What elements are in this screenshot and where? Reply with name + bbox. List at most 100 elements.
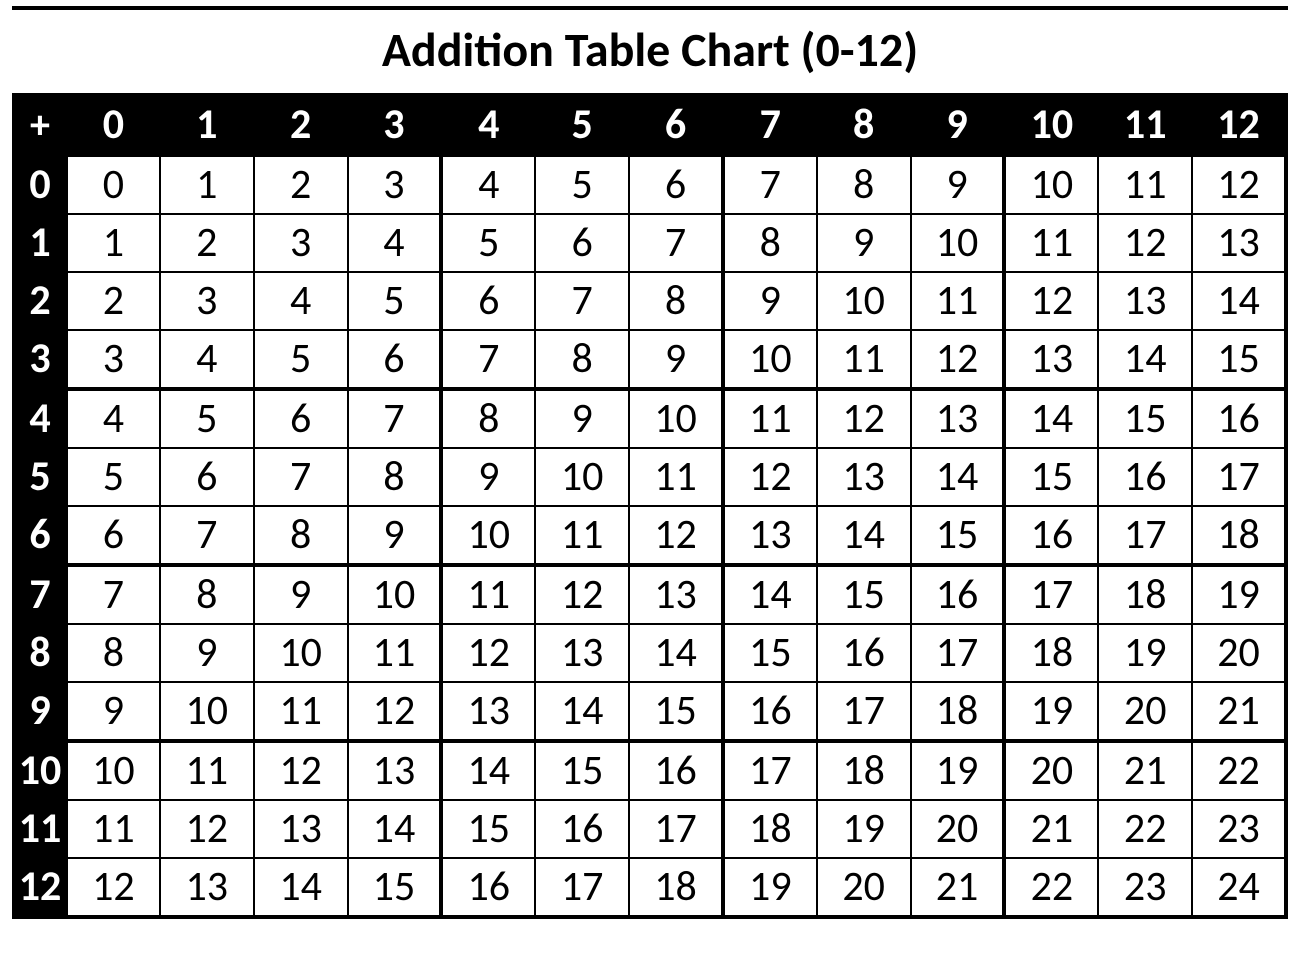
cell: 12 — [817, 389, 911, 448]
table-row: 6 6 7 8 9 10 11 12 13 14 15 16 17 18 — [14, 506, 1286, 565]
cell: 10 — [911, 214, 1005, 272]
cell: 14 — [911, 448, 1005, 506]
col-header: 3 — [348, 95, 442, 155]
cell: 9 — [348, 506, 442, 565]
cell: 19 — [723, 858, 817, 917]
cell: 11 — [817, 330, 911, 389]
cell: 8 — [441, 389, 535, 448]
cell: 19 — [1098, 624, 1192, 682]
cell: 4 — [160, 330, 254, 389]
row-header: 10 — [14, 741, 66, 800]
table-row: 3 3 4 5 6 7 8 9 10 11 12 13 14 15 — [14, 330, 1286, 389]
cell: 8 — [160, 565, 254, 624]
cell: 8 — [629, 272, 723, 330]
cell: 6 — [254, 389, 348, 448]
cell: 9 — [911, 155, 1005, 214]
cell: 6 — [535, 214, 629, 272]
cell: 17 — [629, 800, 723, 858]
cell: 18 — [629, 858, 723, 917]
cell: 5 — [66, 448, 160, 506]
cell: 16 — [911, 565, 1005, 624]
cell: 15 — [1098, 389, 1192, 448]
table-row: 9 9 10 11 12 13 14 15 16 17 18 19 20 21 — [14, 682, 1286, 741]
cell: 4 — [441, 155, 535, 214]
cell: 15 — [629, 682, 723, 741]
cell: 6 — [629, 155, 723, 214]
row-header: 9 — [14, 682, 66, 741]
cell: 14 — [723, 565, 817, 624]
table-row: 1 1 2 3 4 5 6 7 8 9 10 11 12 13 — [14, 214, 1286, 272]
table-row: 4 4 5 6 7 8 9 10 11 12 13 14 15 16 — [14, 389, 1286, 448]
cell: 14 — [348, 800, 442, 858]
col-header: 12 — [1192, 95, 1286, 155]
cell: 11 — [629, 448, 723, 506]
cell: 15 — [1192, 330, 1286, 389]
cell: 12 — [1004, 272, 1098, 330]
cell: 7 — [66, 565, 160, 624]
cell: 5 — [160, 389, 254, 448]
cell: 8 — [723, 214, 817, 272]
table-row: 10 10 11 12 13 14 15 16 17 18 19 20 21 2… — [14, 741, 1286, 800]
cell: 13 — [1004, 330, 1098, 389]
cell: 19 — [911, 741, 1005, 800]
row-header: 0 — [14, 155, 66, 214]
cell: 3 — [160, 272, 254, 330]
cell: 20 — [817, 858, 911, 917]
cell: 15 — [817, 565, 911, 624]
cell: 21 — [911, 858, 1005, 917]
col-header: 6 — [629, 95, 723, 155]
table-row: 8 8 9 10 11 12 13 14 15 16 17 18 19 20 — [14, 624, 1286, 682]
table-row: 7 7 8 9 10 11 12 13 14 15 16 17 18 19 — [14, 565, 1286, 624]
cell: 17 — [817, 682, 911, 741]
cell: 9 — [629, 330, 723, 389]
cell: 22 — [1098, 800, 1192, 858]
row-header: 5 — [14, 448, 66, 506]
cell: 6 — [66, 506, 160, 565]
cell: 18 — [1192, 506, 1286, 565]
cell: 10 — [441, 506, 535, 565]
cell: 9 — [254, 565, 348, 624]
column-header-row: + 0 1 2 3 4 5 6 7 8 9 10 11 12 — [14, 95, 1286, 155]
cell: 14 — [1192, 272, 1286, 330]
cell: 16 — [1192, 389, 1286, 448]
cell: 13 — [817, 448, 911, 506]
cell: 5 — [254, 330, 348, 389]
cell: 13 — [723, 506, 817, 565]
cell: 10 — [254, 624, 348, 682]
col-header: 9 — [911, 95, 1005, 155]
cell: 7 — [160, 506, 254, 565]
cell: 12 — [441, 624, 535, 682]
cell: 18 — [817, 741, 911, 800]
cell: 8 — [254, 506, 348, 565]
cell: 7 — [723, 155, 817, 214]
cell: 11 — [1004, 214, 1098, 272]
cell: 10 — [1004, 155, 1098, 214]
cell: 15 — [911, 506, 1005, 565]
cell: 18 — [723, 800, 817, 858]
cell: 14 — [1098, 330, 1192, 389]
cell: 12 — [1098, 214, 1192, 272]
cell: 7 — [348, 389, 442, 448]
cell: 23 — [1098, 858, 1192, 917]
col-header: 8 — [817, 95, 911, 155]
cell: 20 — [1004, 741, 1098, 800]
cell: 10 — [160, 682, 254, 741]
cell: 1 — [160, 155, 254, 214]
cell: 17 — [1192, 448, 1286, 506]
cell: 15 — [535, 741, 629, 800]
cell: 12 — [1192, 155, 1286, 214]
cell: 20 — [1192, 624, 1286, 682]
cell: 9 — [723, 272, 817, 330]
cell: 7 — [441, 330, 535, 389]
table-row: 5 5 6 7 8 9 10 11 12 13 14 15 16 17 — [14, 448, 1286, 506]
cell: 8 — [348, 448, 442, 506]
cell: 11 — [348, 624, 442, 682]
cell: 13 — [160, 858, 254, 917]
row-header: 6 — [14, 506, 66, 565]
table-row: 0 0 1 2 3 4 5 6 7 8 9 10 11 12 — [14, 155, 1286, 214]
row-header: 1 — [14, 214, 66, 272]
col-header: 7 — [723, 95, 817, 155]
cell: 12 — [66, 858, 160, 917]
cell: 3 — [66, 330, 160, 389]
cell: 17 — [1098, 506, 1192, 565]
